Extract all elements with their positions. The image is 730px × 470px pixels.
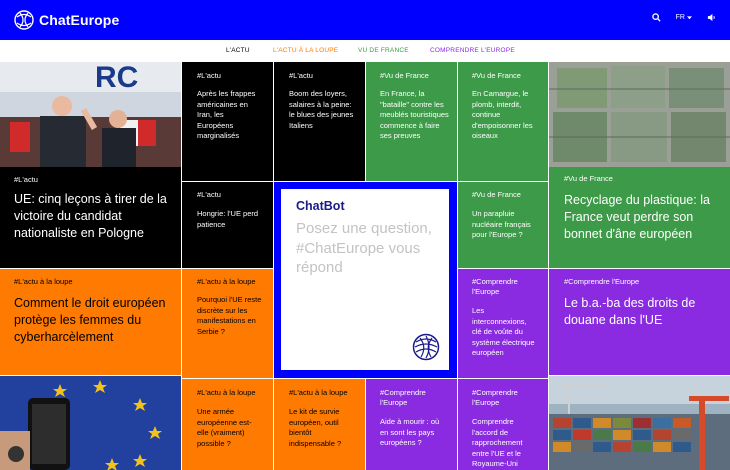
language-selector[interactable]: FR	[676, 14, 692, 21]
article-tag: #Vu de France	[472, 71, 521, 80]
eu-phone-photo[interactable]	[0, 376, 181, 470]
dying-article[interactable]: #Comprendre l'Europe Aide à mourir : où …	[366, 379, 457, 470]
article-title: En Camargue, le plomb, interdit, continu…	[472, 89, 533, 140]
article-tag: #Vu de France	[564, 174, 613, 183]
harassment-article[interactable]: #L'actu à la loupe Comment le droit euro…	[0, 269, 181, 375]
interconnections-article[interactable]: #Comprendre l'Europe Les interconnexions…	[458, 269, 548, 378]
article-tag: #L'actu à la loupe	[14, 277, 73, 286]
nav-item-actu[interactable]: L'ACTU	[226, 47, 250, 54]
article-title: Aide à mourir : où en sont les pays euro…	[380, 417, 440, 447]
nav-item-actu-loupe[interactable]: L'ACTU À LA LOUPE	[273, 47, 338, 54]
article-title: Recyclage du plastique: la France veut p…	[564, 193, 710, 241]
logo-text: ChatEurope	[39, 12, 120, 28]
article-title: Après les frappes américaines en Iran, l…	[197, 89, 256, 140]
category-nav: L'ACTU L'ACTU À LA LOUPE VU DE FRANCE CO…	[0, 40, 730, 62]
article-title: Le kit de survie européen, outil bientôt…	[289, 407, 342, 448]
customs-article[interactable]: #Comprendre l'Europe Le b.a.-ba des droi…	[549, 269, 730, 375]
chevron-down-icon	[687, 15, 692, 19]
search-icon[interactable]	[651, 13, 661, 22]
poland-photo[interactable]: RC	[0, 62, 181, 167]
article-tag: #L'actu à la loupe	[197, 277, 256, 286]
article-tag: #L'actu à la loupe	[197, 388, 256, 397]
logo-mark-icon	[14, 10, 34, 30]
article-title: Pourquoi l'UE reste discrète sur les man…	[197, 295, 262, 336]
article-title: Hongrie: l'UE perd patience	[197, 209, 259, 229]
article-title: Comprendre l'accord de rapprochement ent…	[472, 417, 523, 468]
rents-article[interactable]: #L'actu Boom des loyers, salaires à la p…	[274, 62, 365, 181]
chatbot-panel[interactable]: ChatBot Posez une question, #ChatEurope …	[281, 189, 449, 370]
site-logo[interactable]: ChatEurope	[13, 9, 119, 31]
army-article[interactable]: #L'actu à la loupe Une armée européenne …	[182, 379, 273, 470]
article-tag: #L'actu à la loupe	[289, 388, 348, 397]
article-tag: #L'actu	[14, 175, 38, 184]
article-title: En France, la "bataille" contre les meub…	[380, 89, 449, 140]
article-title: Les interconnexions, clé de voûte du sys…	[472, 306, 535, 357]
article-tag: #Comprendre l'Europe	[380, 388, 426, 407]
article-tag: #L'actu	[289, 71, 313, 80]
article-tag: #L'actu	[197, 71, 221, 80]
article-tag: #Comprendre l'Europe	[472, 388, 518, 407]
article-title: Une armée européenne est-elle (vraiment)…	[197, 407, 252, 448]
survival-article[interactable]: #L'actu à la loupe Le kit de survie euro…	[274, 379, 365, 470]
article-tag: #Vu de France	[380, 71, 429, 80]
plastic-article[interactable]: #Vu de France Recyclage du plastique: la…	[549, 167, 730, 268]
hungary-article[interactable]: #L'actu Hongrie: l'UE perd patience	[182, 182, 273, 268]
article-title: Comment le droit européen protège les fe…	[14, 296, 166, 344]
plastic-bales-image	[549, 62, 730, 167]
nav-item-vu-de-france[interactable]: VU DE FRANCE	[358, 47, 409, 54]
language-label: FR	[675, 14, 685, 21]
article-title: Le b.a.-ba des droits de douane dans l'U…	[564, 296, 696, 327]
furnished-article[interactable]: #Vu de France En France, la "bataille" c…	[366, 62, 457, 181]
plastic-photo[interactable]	[549, 62, 730, 167]
article-title: UE: cinq leçons à tirer de la victoire d…	[14, 192, 167, 240]
chatbot-prompt: Posez une question, #ChatEurope vous rép…	[296, 220, 432, 276]
rally-image: RC	[0, 62, 181, 167]
svg-text:RC: RC	[95, 62, 138, 94]
nuclear-article[interactable]: #Vu de France Un parapluie nucléaire fra…	[458, 182, 548, 268]
speaker-icon[interactable]	[707, 13, 716, 22]
article-tag: #Vu de France	[472, 190, 521, 199]
eu-flag-phone-image	[0, 376, 181, 470]
poland-article[interactable]: #L'actu UE: cinq leçons à tirer de la vi…	[0, 167, 181, 268]
nav-item-comprendre-europe[interactable]: COMPRENDRE L'EUROPE	[430, 47, 515, 54]
port-photo[interactable]	[549, 376, 730, 470]
camargue-article[interactable]: #Vu de France En Camargue, le plomb, int…	[458, 62, 548, 181]
article-title: Boom des loyers, salaires à la peine: le…	[289, 89, 354, 130]
article-tag: #L'actu	[197, 190, 221, 199]
uk-article[interactable]: #Comprendre l'Europe Comprendre l'accord…	[458, 379, 548, 470]
site-header: ChatEurope FR	[0, 0, 730, 40]
article-tag: #Comprendre l'Europe	[472, 277, 518, 296]
container-port-image	[549, 376, 730, 470]
chateurope-emblem-icon	[412, 333, 440, 361]
article-tag: #Comprendre l'Europe	[564, 277, 640, 286]
article-title: Un parapluie nucléaire français pour l'E…	[472, 209, 531, 239]
chatbot-title: ChatBot	[296, 199, 345, 213]
iran-article[interactable]: #L'actu Après les frappes américaines en…	[182, 62, 273, 181]
serbia-article[interactable]: #L'actu à la loupe Pourquoi l'UE reste d…	[182, 269, 273, 378]
